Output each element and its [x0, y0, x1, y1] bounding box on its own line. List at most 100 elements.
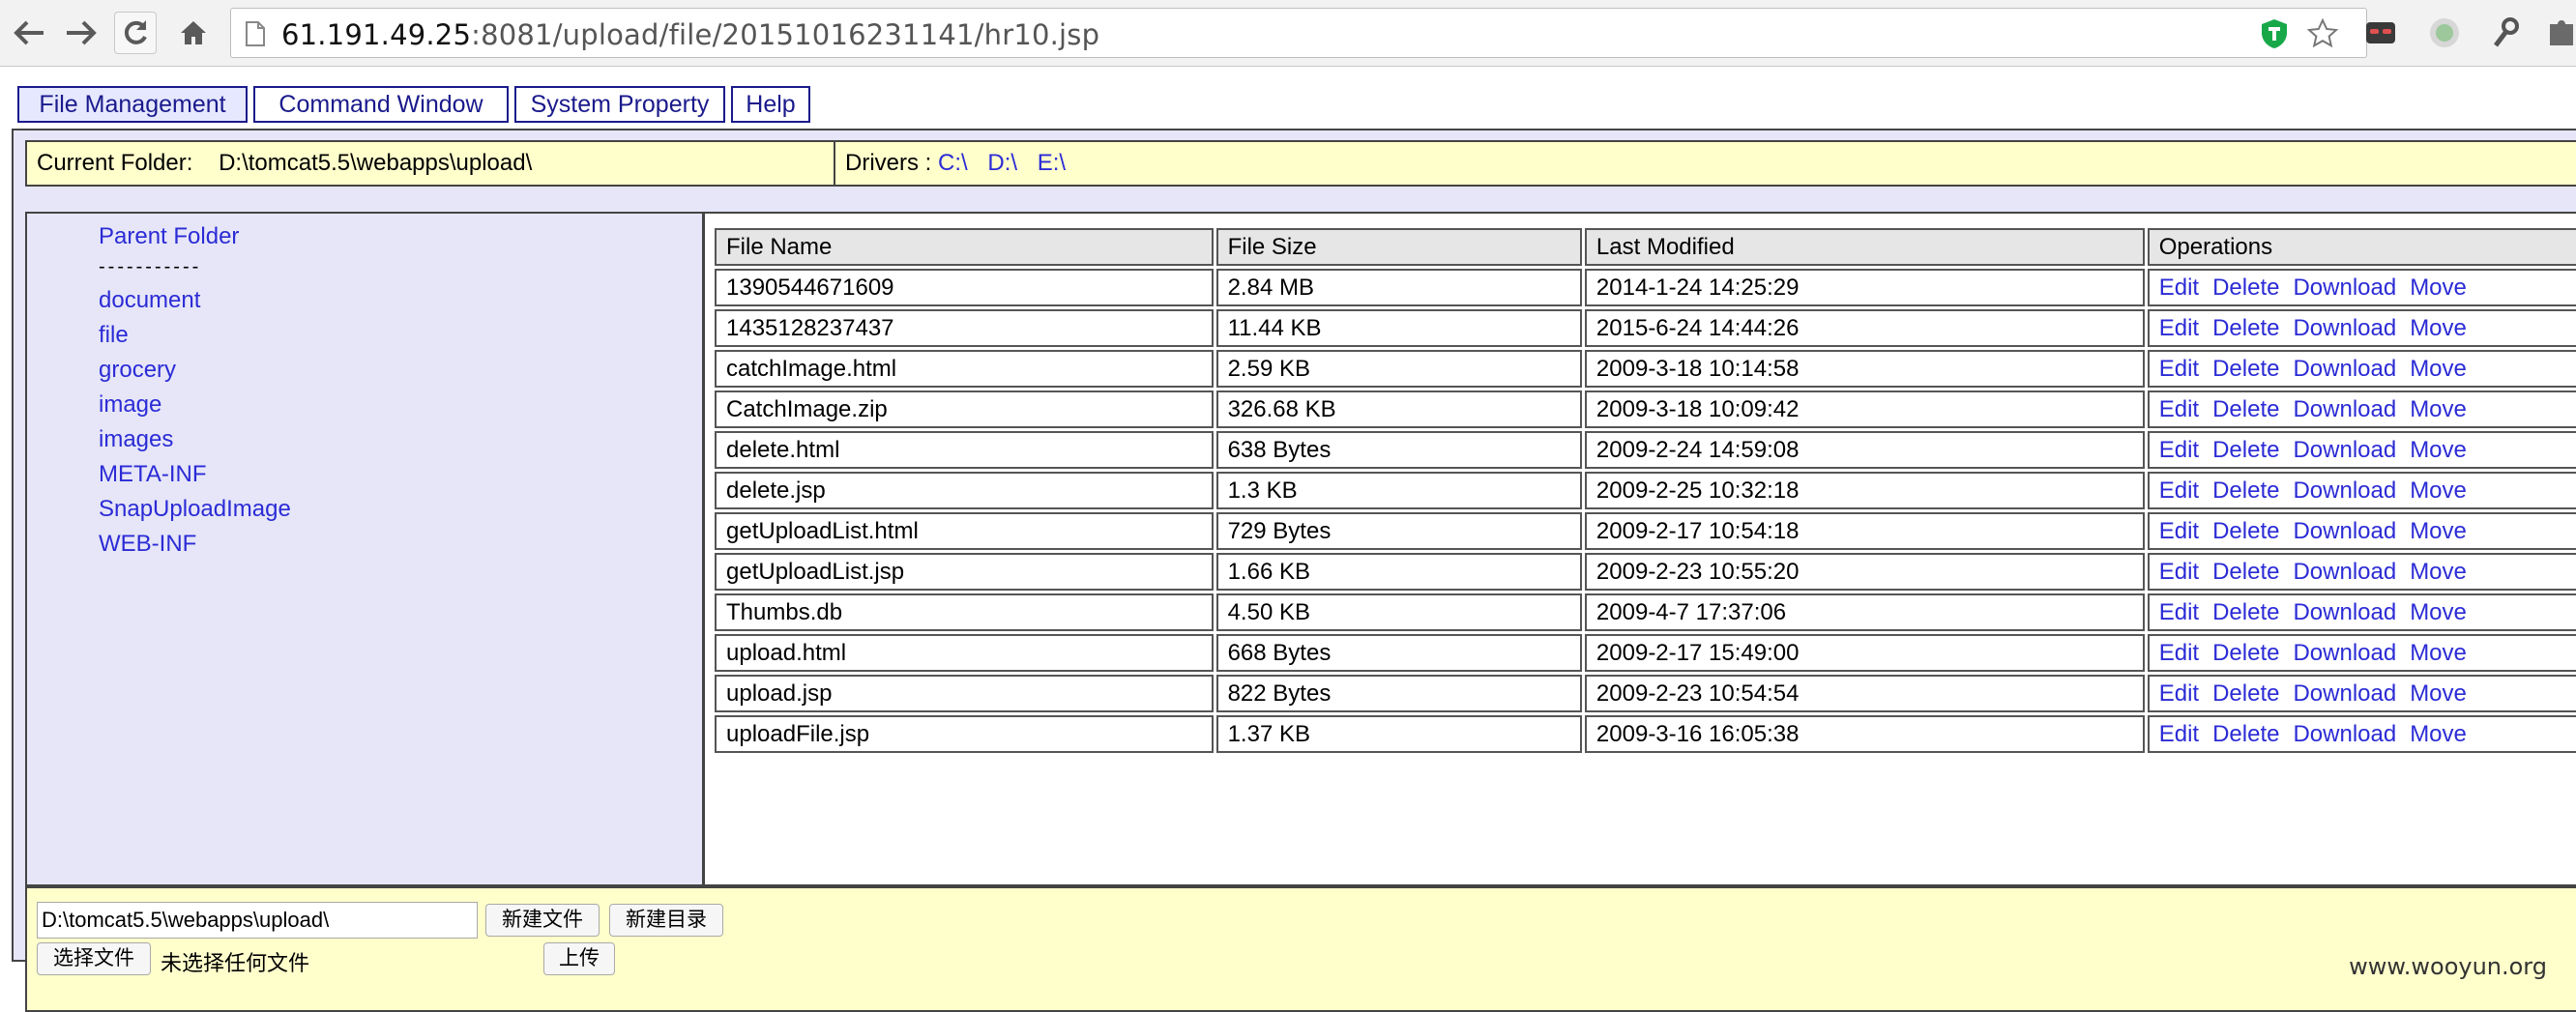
edit-link[interactable]: Edit: [2159, 680, 2199, 707]
delete-link[interactable]: Delete: [2212, 559, 2279, 585]
home-icon[interactable]: [172, 12, 215, 54]
status-circle-icon[interactable]: [2423, 12, 2466, 54]
delete-link[interactable]: Delete: [2212, 599, 2279, 625]
page-icon: [246, 21, 265, 46]
browser-toolbar: 61.191.49.25:8081/upload/file/2015101623…: [0, 0, 2576, 67]
move-link[interactable]: Move: [2410, 599, 2467, 625]
puzzle-extension-icon[interactable]: [2539, 12, 2576, 54]
download-link[interactable]: Download: [2293, 599, 2396, 625]
operations-cell: Edit Delete Download Move: [2147, 553, 2576, 591]
move-link[interactable]: Move: [2410, 356, 2467, 382]
shield-extension-icon[interactable]: [2258, 17, 2291, 50]
delete-link[interactable]: Delete: [2212, 356, 2279, 382]
folder-list: document file grocery image images META-…: [99, 283, 291, 562]
file-name-cell: getUploadList.jsp: [715, 553, 1214, 591]
folder-link-document[interactable]: document: [99, 283, 291, 318]
new-file-button[interactable]: 新建文件: [485, 904, 600, 937]
bookmark-star-icon[interactable]: [2306, 17, 2339, 50]
parent-folder-link[interactable]: Parent Folder: [99, 223, 239, 250]
edit-link[interactable]: Edit: [2159, 559, 2199, 585]
folder-bar-divider: [834, 142, 835, 185]
edit-link[interactable]: Edit: [2159, 275, 2199, 301]
delete-link[interactable]: Delete: [2212, 477, 2279, 504]
download-link[interactable]: Download: [2293, 680, 2396, 707]
edit-link[interactable]: Edit: [2159, 599, 2199, 625]
file-name-cell: 1435128237437: [715, 309, 1214, 347]
drive-link-e[interactable]: E:\: [1038, 150, 1066, 176]
last-modified-cell: 2009-2-17 15:49:00: [1584, 634, 2145, 672]
reload-icon[interactable]: [114, 12, 157, 54]
move-link[interactable]: Move: [2410, 680, 2467, 707]
delete-link[interactable]: Delete: [2212, 680, 2279, 707]
incognito-extension-icon[interactable]: [2359, 12, 2402, 54]
folder-link-image[interactable]: image: [99, 388, 291, 422]
delete-link[interactable]: Delete: [2212, 518, 2279, 544]
delete-link[interactable]: Delete: [2212, 275, 2279, 301]
folder-link-file[interactable]: file: [99, 318, 291, 353]
drive-link-c[interactable]: C:\: [938, 150, 968, 176]
download-link[interactable]: Download: [2293, 559, 2396, 585]
drive-link-d[interactable]: D:\: [987, 150, 1017, 176]
edit-link[interactable]: Edit: [2159, 315, 2199, 341]
last-modified-cell: 2009-2-17 10:54:18: [1584, 512, 2145, 550]
menu-help[interactable]: Help: [731, 86, 810, 123]
back-arrow-icon[interactable]: [8, 12, 50, 54]
move-link[interactable]: Move: [2410, 396, 2467, 422]
last-modified-cell: 2009-2-23 10:55:20: [1584, 553, 2145, 591]
edit-link[interactable]: Edit: [2159, 518, 2199, 544]
download-link[interactable]: Download: [2293, 721, 2396, 747]
download-link[interactable]: Download: [2293, 437, 2396, 463]
delete-link[interactable]: Delete: [2212, 396, 2279, 422]
forward-arrow-icon[interactable]: [60, 12, 102, 54]
edit-link[interactable]: Edit: [2159, 396, 2199, 422]
file-name-cell: delete.html: [715, 431, 1214, 469]
choose-file-button[interactable]: 选择文件: [37, 942, 151, 975]
move-link[interactable]: Move: [2410, 437, 2467, 463]
move-link[interactable]: Move: [2410, 477, 2467, 504]
download-link[interactable]: Download: [2293, 396, 2396, 422]
edit-link[interactable]: Edit: [2159, 356, 2199, 382]
edit-link[interactable]: Edit: [2159, 437, 2199, 463]
table-row: uploadFile.jsp 1.37 KB 2009-3-16 16:05:38 E…: [715, 715, 2576, 753]
new-directory-button[interactable]: 新建目录: [609, 904, 723, 937]
menu-command-window[interactable]: Command Window: [253, 86, 509, 123]
edit-link[interactable]: Edit: [2159, 640, 2199, 666]
last-modified-cell: 2009-2-25 10:32:18: [1584, 472, 2145, 509]
download-link[interactable]: Download: [2293, 356, 2396, 382]
folder-link-grocery[interactable]: grocery: [99, 353, 291, 388]
delete-link[interactable]: Delete: [2212, 640, 2279, 666]
folder-link-web-inf[interactable]: WEB-INF: [99, 527, 291, 562]
delete-link[interactable]: Delete: [2212, 315, 2279, 341]
edit-link[interactable]: Edit: [2159, 477, 2199, 504]
operations-cell: Edit Delete Download Move: [2147, 350, 2576, 388]
download-link[interactable]: Download: [2293, 315, 2396, 341]
download-link[interactable]: Download: [2293, 477, 2396, 504]
file-name-cell: upload.jsp: [715, 675, 1214, 712]
move-link[interactable]: Move: [2410, 640, 2467, 666]
address-bar[interactable]: 61.191.49.25:8081/upload/file/2015101623…: [230, 8, 2367, 58]
operations-cell: Edit Delete Download Move: [2147, 715, 2576, 753]
move-link[interactable]: Move: [2410, 518, 2467, 544]
folder-link-snapuploadimage[interactable]: SnapUploadImage: [99, 492, 291, 527]
path-input[interactable]: [37, 902, 478, 939]
download-link[interactable]: Download: [2293, 640, 2396, 666]
download-link[interactable]: Download: [2293, 275, 2396, 301]
download-link[interactable]: Download: [2293, 518, 2396, 544]
move-link[interactable]: Move: [2410, 315, 2467, 341]
file-size-cell: 822 Bytes: [1215, 675, 1582, 712]
wrench-extension-icon[interactable]: [2483, 12, 2526, 54]
folder-link-meta-inf[interactable]: META-INF: [99, 457, 291, 492]
delete-link[interactable]: Delete: [2212, 721, 2279, 747]
move-link[interactable]: Move: [2410, 721, 2467, 747]
move-link[interactable]: Move: [2410, 559, 2467, 585]
move-link[interactable]: Move: [2410, 275, 2467, 301]
edit-link[interactable]: Edit: [2159, 721, 2199, 747]
file-name-cell: catchImage.html: [715, 350, 1214, 388]
menu-system-property[interactable]: System Property: [514, 86, 725, 123]
menu-file-management[interactable]: File Management: [17, 86, 248, 123]
folder-link-images[interactable]: images: [99, 422, 291, 457]
upload-bar: 新建文件 新建目录 选择文件 未选择任何文件 上传: [25, 886, 2576, 1012]
url-text[interactable]: 61.191.49.25:8081/upload/file/2015101623…: [281, 18, 1099, 51]
delete-link[interactable]: Delete: [2212, 437, 2279, 463]
upload-button[interactable]: 上传: [543, 942, 615, 975]
